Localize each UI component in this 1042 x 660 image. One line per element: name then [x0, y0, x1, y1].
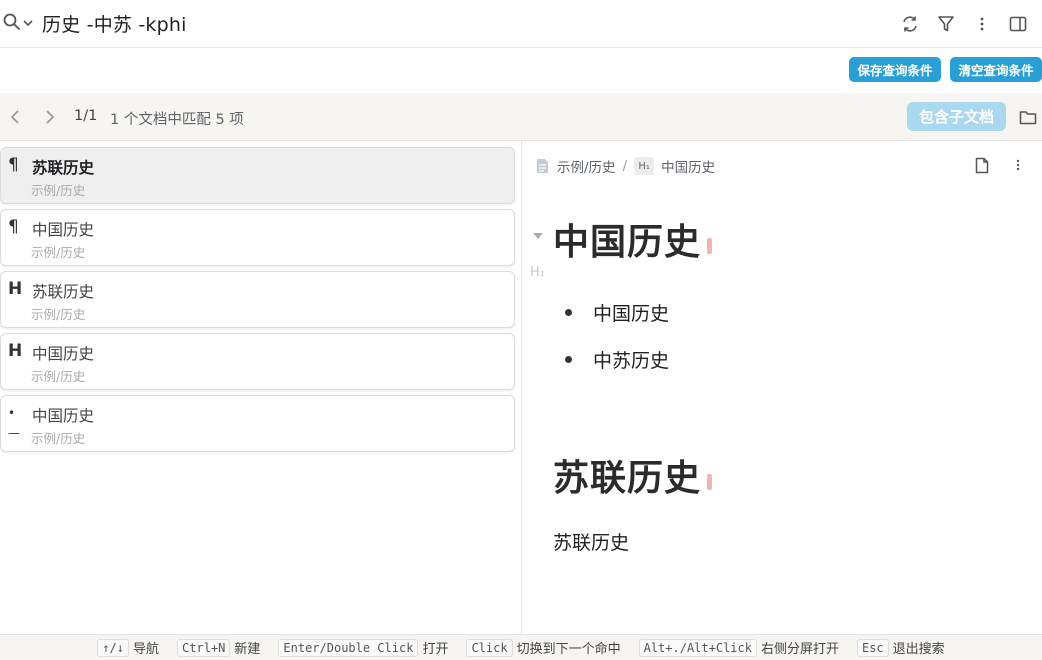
block-caret	[707, 474, 713, 490]
chevron-right-icon	[46, 110, 55, 124]
clear-query-button[interactable]: 清空查询条件	[950, 57, 1042, 82]
heading-level-marker: H₁	[530, 265, 545, 280]
chevron-down-icon[interactable]	[22, 14, 34, 33]
page-indicator: 1/1	[74, 108, 98, 124]
breadcrumb: 示例/历史 / H₁ 中国历史	[536, 156, 715, 176]
paragraph-icon: ¶	[8, 217, 19, 237]
filter-icon[interactable]	[928, 12, 964, 36]
search-method-selector[interactable]	[0, 12, 34, 36]
heading-2[interactable]: 苏联历史	[553, 449, 713, 501]
match-summary: 1 个文档中匹配 5 项	[110, 112, 244, 128]
hint-next-hit: Click 切换到下一个命中	[466, 638, 621, 657]
bullet-icon	[565, 309, 572, 316]
folder-icon[interactable]	[1017, 107, 1039, 127]
previous-page-button[interactable]	[5, 107, 25, 127]
hint-split-open: Alt+./Alt+Click 右侧分屏打开	[638, 638, 839, 657]
result-title: 苏联历史	[32, 159, 95, 177]
list-item[interactable]: ¶ 中国历史 示例/历史	[0, 209, 515, 266]
result-path: 示例/历史	[31, 431, 86, 446]
chevron-left-icon	[10, 110, 19, 124]
search-bar: 历史 -中苏 -kphi	[0, 0, 1042, 48]
heading-icon: H	[8, 341, 23, 361]
result-path: 示例/历史	[31, 183, 86, 198]
paragraph[interactable]: 苏联历史	[553, 528, 629, 555]
heading-icon: H	[8, 279, 23, 299]
search-input[interactable]: 历史 -中苏 -kphi	[42, 10, 187, 37]
bullet-icon	[565, 356, 572, 363]
block-caret	[707, 238, 713, 254]
results-nav: 1/1 1 个文档中匹配 5 项 包含子文档	[0, 93, 1042, 141]
breadcrumb-doc[interactable]: 示例/历史	[557, 156, 616, 176]
more-icon[interactable]	[1000, 155, 1036, 175]
save-query-button[interactable]: 保存查询条件	[849, 57, 941, 82]
results-list: ¶ 苏联历史 示例/历史 ¶ 中国历史 示例/历史 H 苏联历史 示例/历史 H…	[0, 141, 521, 634]
result-path: 示例/历史	[31, 245, 86, 260]
result-path: 示例/历史	[31, 369, 86, 384]
list-item[interactable]: 中国历史	[565, 299, 669, 326]
list-item[interactable]: 中苏历史	[565, 346, 669, 373]
query-actions: 保存查询条件 清空查询条件	[0, 48, 1042, 93]
search-icon[interactable]	[2, 12, 22, 36]
hint-navigate: ↑/↓ 导航	[97, 638, 159, 657]
list-item[interactable]: •— 中国历史 示例/历史	[0, 395, 515, 452]
list-icon: •—	[8, 406, 20, 440]
heading-1[interactable]: 中国历史	[553, 213, 713, 265]
list-item[interactable]: H 苏联历史 示例/历史	[0, 271, 515, 328]
breadcrumb-separator: /	[622, 158, 628, 174]
result-title: 中国历史	[32, 345, 95, 363]
collapse-arrow-icon[interactable]	[532, 230, 544, 242]
open-document-icon[interactable]	[964, 155, 1000, 175]
shortcut-hints: ↑/↓ 导航 Ctrl+N 新建 Enter/Double Click 打开 Clic…	[0, 634, 1042, 660]
result-path: 示例/历史	[31, 307, 86, 322]
toggle-preview-icon[interactable]	[1000, 12, 1036, 36]
list-item[interactable]: ¶ 苏联历史 示例/历史	[0, 147, 515, 204]
paragraph-icon: ¶	[8, 155, 19, 175]
more-icon[interactable]	[964, 12, 1000, 36]
hint-new: Ctrl+N 新建	[177, 638, 260, 657]
hint-exit: Esc 退出搜索	[856, 638, 945, 657]
hint-open: Enter/Double Click 打开	[278, 638, 448, 657]
result-title: 中国历史	[32, 407, 95, 425]
include-children-button[interactable]: 包含子文档	[907, 102, 1006, 131]
result-title: 中国历史	[32, 221, 95, 239]
breadcrumb-heading[interactable]: 中国历史	[661, 156, 715, 176]
refresh-icon[interactable]	[892, 12, 928, 36]
next-page-button[interactable]	[40, 107, 60, 127]
heading-badge-icon: H₁	[634, 157, 655, 175]
preview-pane: 示例/历史 / H₁ 中国历史 中国历史 H₁ 中国历史 中苏历史 苏联历史 苏…	[522, 141, 1042, 634]
list-item[interactable]: H 中国历史 示例/历史	[0, 333, 515, 390]
document-icon	[536, 158, 549, 174]
result-title: 苏联历史	[32, 283, 95, 301]
